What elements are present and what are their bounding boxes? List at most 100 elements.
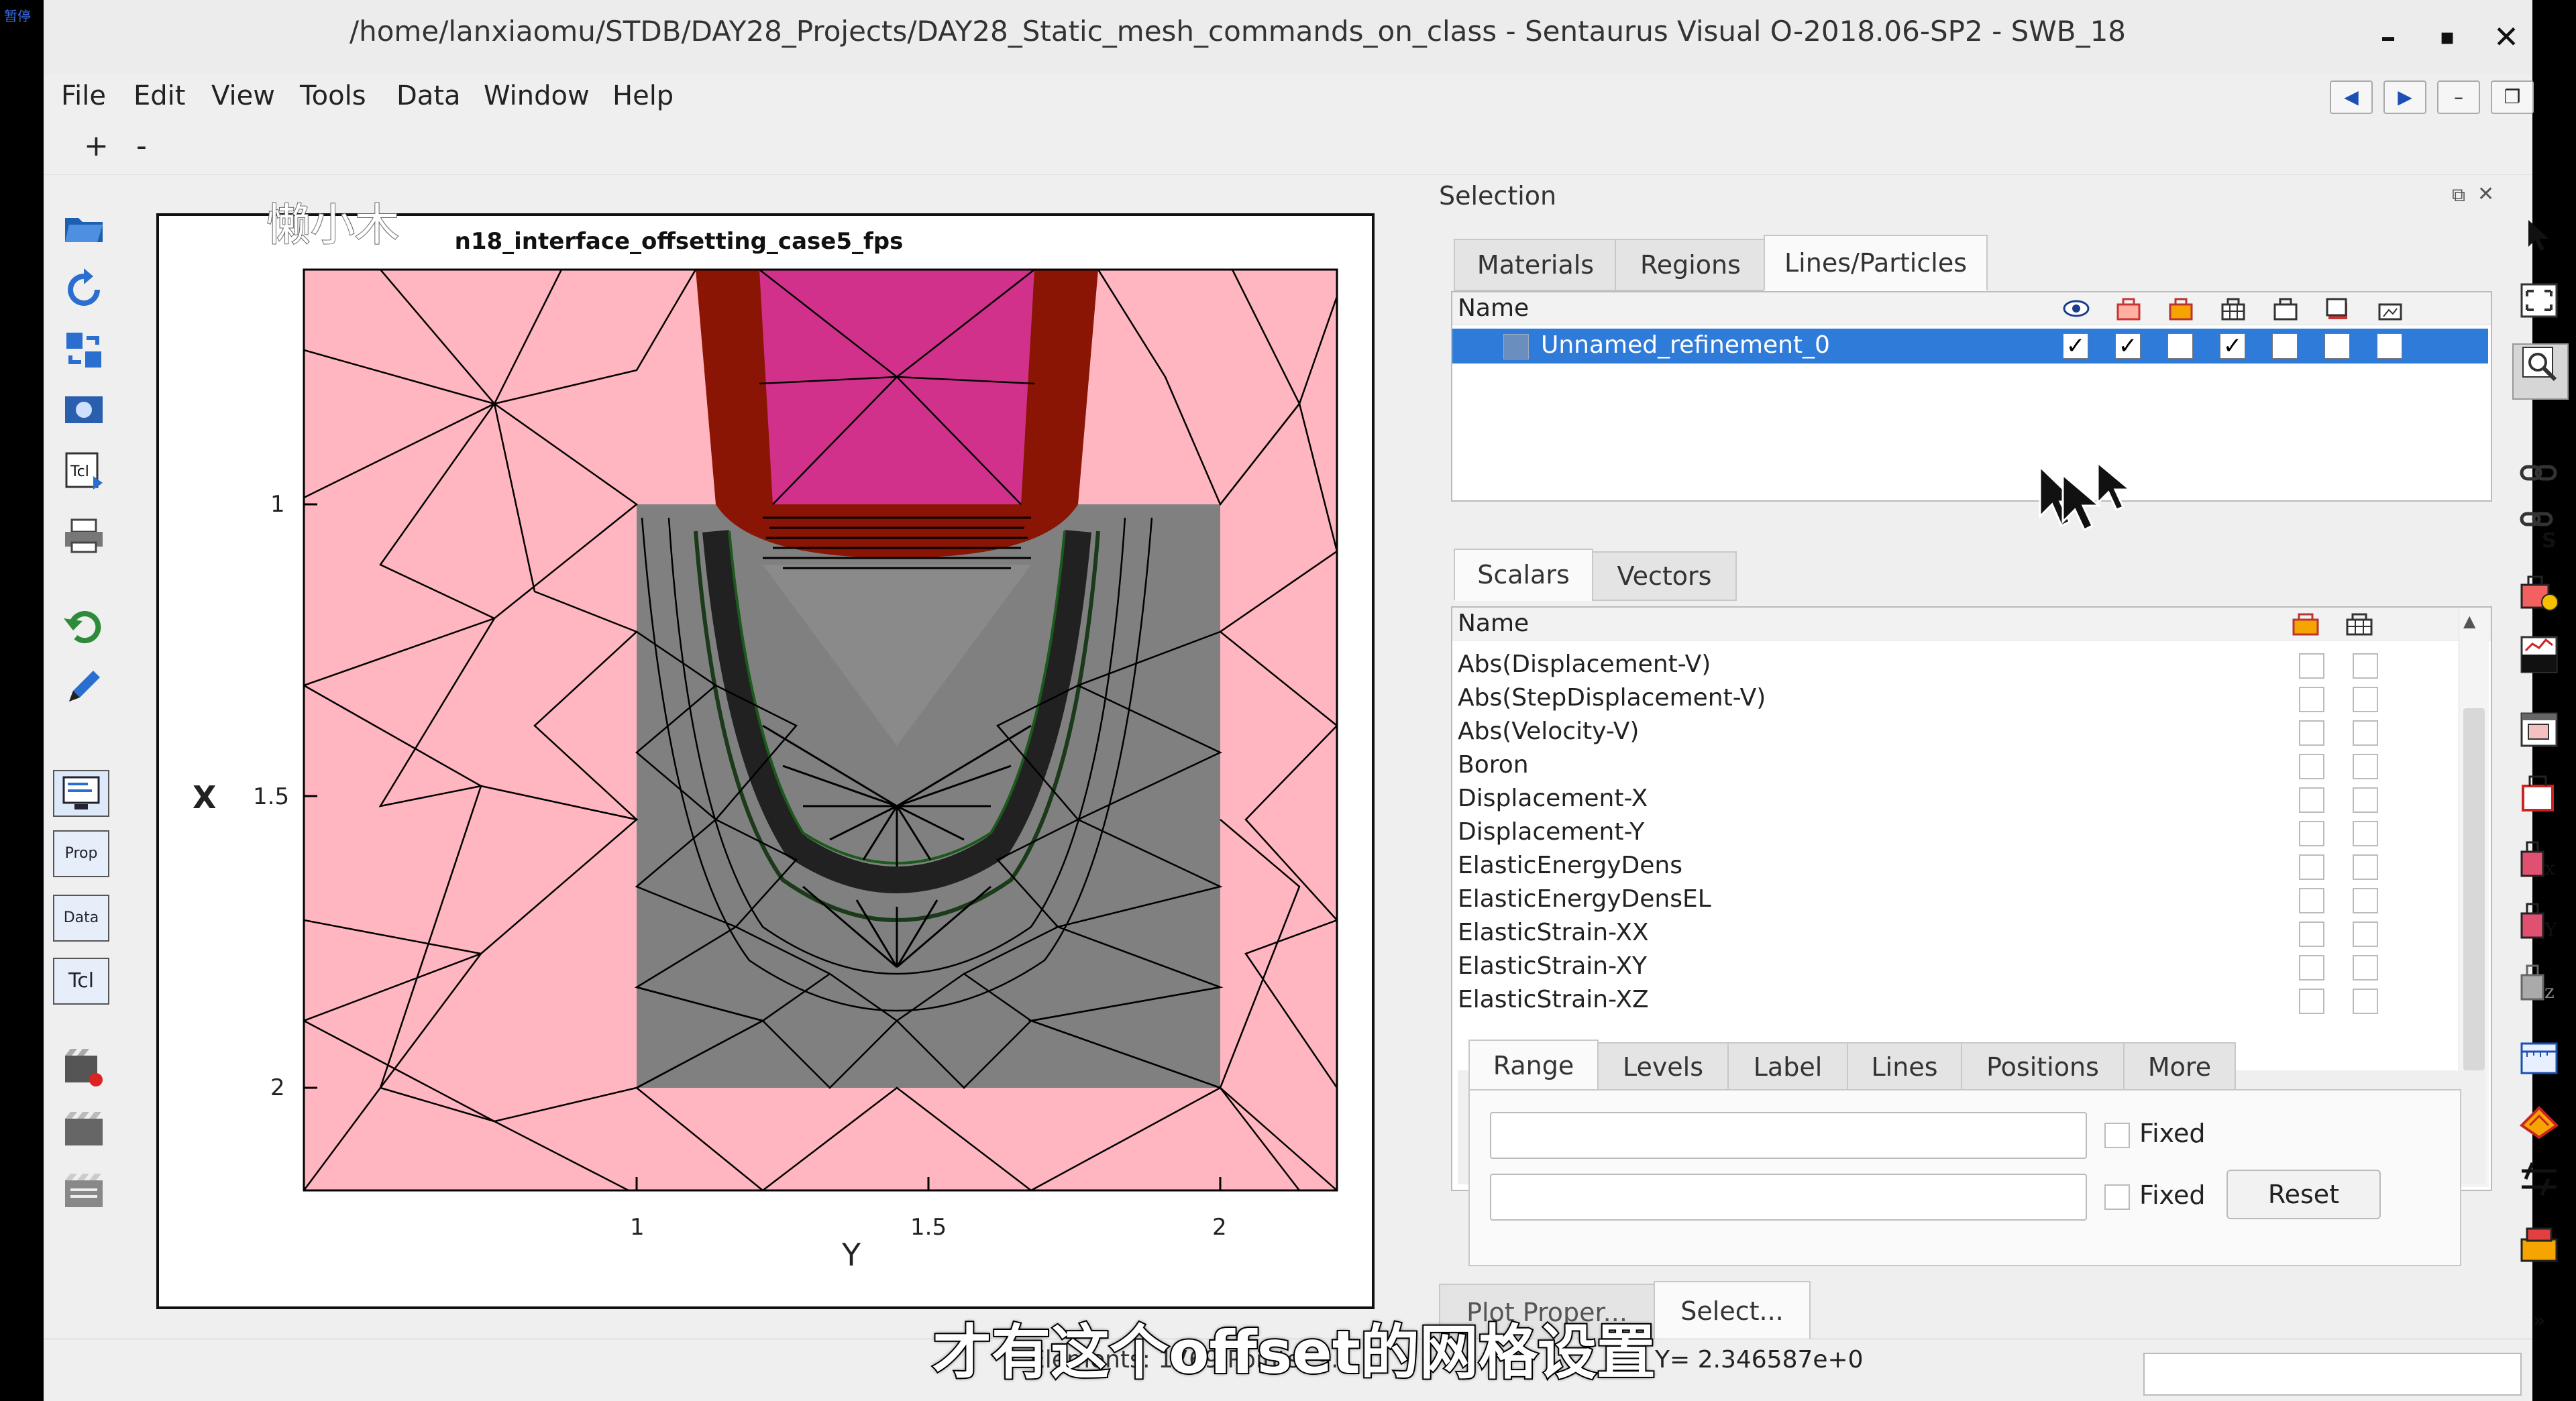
minimize-button[interactable]: –	[2365, 13, 2412, 60]
scalar-lines-checkbox[interactable]	[2353, 653, 2378, 679]
cut-x-icon[interactable]: x	[2512, 837, 2566, 891]
scalar-lines-checkbox[interactable]	[2353, 854, 2378, 880]
scalar-lines-checkbox[interactable]	[2353, 955, 2378, 980]
mesh-checkbox[interactable]: ✓	[2220, 333, 2245, 359]
scalar-fill-checkbox[interactable]	[2299, 989, 2324, 1014]
reset-button[interactable]: Reset	[2226, 1170, 2381, 1219]
tab-label[interactable]: Label	[1727, 1042, 1848, 1092]
pointer-icon[interactable]	[2512, 215, 2566, 268]
scalar-fill-checkbox[interactable]	[2299, 754, 2324, 779]
scalar-item[interactable]: ElasticEnergyDensEL	[1458, 883, 1711, 915]
scalar-item[interactable]: Abs(Displacement-V)	[1458, 648, 1711, 681]
scalar-fill-checkbox[interactable]	[2299, 787, 2324, 813]
scalar-item[interactable]: Abs(StepDisplacement-V)	[1458, 681, 1766, 714]
tab-range[interactable]: Range	[1468, 1040, 1599, 1092]
cut-y-icon[interactable]: Y	[2512, 899, 2566, 952]
material-settings-icon[interactable]	[2512, 571, 2566, 625]
scalar-lines-checkbox[interactable]	[2353, 989, 2378, 1014]
align-icon[interactable]	[2512, 1160, 2566, 1214]
tab-scalars[interactable]: Scalars	[1454, 549, 1593, 601]
tab-more[interactable]: More	[2123, 1042, 2236, 1092]
ruler-icon[interactable]	[2512, 1038, 2566, 1092]
zoom-in-button[interactable]: +	[84, 129, 109, 163]
tab-materials[interactable]: Materials	[1454, 239, 1617, 291]
reload-icon[interactable]	[57, 268, 111, 322]
scalar-item[interactable]: ElasticStrain-XZ	[1458, 983, 1649, 1016]
fit-view-icon[interactable]	[2512, 282, 2566, 335]
gradient-icon[interactable]	[2512, 634, 2566, 688]
scalar-lines-checkbox[interactable]	[2353, 787, 2378, 813]
tab-lines-particles[interactable]: Lines/Particles	[1764, 235, 1988, 291]
movie-record-icon[interactable]	[57, 1046, 111, 1100]
close-panel-icon[interactable]: ✕	[2477, 182, 2494, 206]
movie-edit-icon[interactable]	[57, 1170, 111, 1223]
list-item-selected[interactable]: Unnamed_refinement_0 ✓ ✓ ✓	[1452, 329, 2488, 363]
undo-icon[interactable]	[57, 604, 111, 657]
menu-data[interactable]: Data	[396, 80, 461, 111]
menu-help[interactable]: Help	[612, 80, 674, 111]
console-icon[interactable]	[53, 770, 109, 817]
link-s-icon[interactable]: S	[2512, 510, 2566, 563]
scalar-fill-checkbox[interactable]	[2299, 888, 2324, 913]
range-min-input[interactable]	[1490, 1112, 2087, 1159]
prop-icon[interactable]: Prop	[53, 830, 109, 877]
tab-positions[interactable]: Positions	[1961, 1042, 2125, 1092]
scalar-fill-checkbox[interactable]	[2299, 854, 2324, 880]
contour-checkbox[interactable]	[2324, 333, 2350, 359]
scalar-fill-checkbox[interactable]	[2299, 921, 2324, 947]
scalar-item[interactable]: Displacement-Y	[1458, 816, 1644, 848]
open-folder-icon[interactable]	[57, 208, 111, 262]
print-icon[interactable]	[57, 516, 111, 570]
float-panel-icon[interactable]: ⧉	[2452, 184, 2465, 207]
cut-plane-icon[interactable]	[2512, 771, 2566, 825]
tab-lines[interactable]: Lines	[1847, 1042, 1962, 1092]
scalar-fill-checkbox[interactable]	[2299, 687, 2324, 712]
scalar-lines-checkbox[interactable]	[2353, 687, 2378, 712]
movie-icon[interactable]	[57, 1108, 111, 1162]
draw-icon[interactable]	[57, 664, 111, 718]
fixed-max-checkbox[interactable]	[2104, 1184, 2130, 1210]
sync-icon[interactable]	[57, 329, 111, 382]
zoom-out-button[interactable]: -	[136, 129, 147, 163]
minimize-subwindow-button[interactable]: –	[2437, 80, 2480, 114]
visible-checkbox[interactable]: ✓	[2063, 333, 2088, 359]
fill-checkbox[interactable]: ✓	[2115, 333, 2141, 359]
scalar-lines-checkbox[interactable]	[2353, 888, 2378, 913]
solid-checkbox[interactable]	[2167, 333, 2193, 359]
close-button[interactable]: ✕	[2483, 13, 2530, 60]
scroll-up-icon[interactable]: ▲	[2463, 612, 2475, 630]
scalar-fill-checkbox[interactable]	[2299, 653, 2324, 679]
scalar-lines-checkbox[interactable]	[2353, 754, 2378, 779]
scalar-item[interactable]: ElasticStrain-XY	[1458, 950, 1647, 983]
scalar-lines-checkbox[interactable]	[2353, 821, 2378, 846]
probe-icon[interactable]	[2512, 1099, 2566, 1152]
menu-view[interactable]: View	[211, 80, 275, 111]
link-icon[interactable]	[2512, 449, 2566, 503]
material-stack-icon[interactable]	[2512, 1222, 2566, 1276]
scalar-item[interactable]: Displacement-X	[1458, 782, 1648, 815]
scroll-thumb[interactable]	[2463, 708, 2485, 1070]
zoom-icon[interactable]	[2512, 343, 2569, 400]
menu-tools[interactable]: Tools	[300, 80, 366, 111]
tab-levels[interactable]: Levels	[1597, 1042, 1729, 1092]
scalar-fill-checkbox[interactable]	[2299, 821, 2324, 846]
border-checkbox[interactable]	[2272, 333, 2298, 359]
menu-window[interactable]: Window	[484, 80, 590, 111]
window-properties-icon[interactable]	[2512, 711, 2566, 765]
label-checkbox[interactable]	[2377, 333, 2402, 359]
tab-vectors[interactable]: Vectors	[1592, 551, 1737, 601]
cut-z-icon[interactable]: z	[2512, 960, 2566, 1014]
menu-file[interactable]: File	[61, 80, 106, 111]
tcl-script-icon[interactable]: Tcl	[57, 449, 111, 503]
next-window-button[interactable]: ▶	[2383, 80, 2426, 114]
scalar-item[interactable]: Abs(Velocity-V)	[1458, 715, 1639, 748]
scalar-item[interactable]: ElasticEnergyDens	[1458, 849, 1682, 882]
scalar-item[interactable]: Boron	[1458, 748, 1529, 781]
tcl-icon[interactable]: Tcl	[53, 958, 109, 1005]
data-icon[interactable]: Data	[53, 895, 109, 942]
restore-subwindow-button[interactable]: ❐	[2491, 80, 2534, 114]
scalar-fill-checkbox[interactable]	[2299, 720, 2324, 746]
tab-regions[interactable]: Regions	[1615, 239, 1766, 291]
plot-canvas[interactable]: 懒小木 n18_interface_offsetting_case5_fps 1…	[156, 199, 1375, 1309]
scalar-lines-checkbox[interactable]	[2353, 921, 2378, 947]
